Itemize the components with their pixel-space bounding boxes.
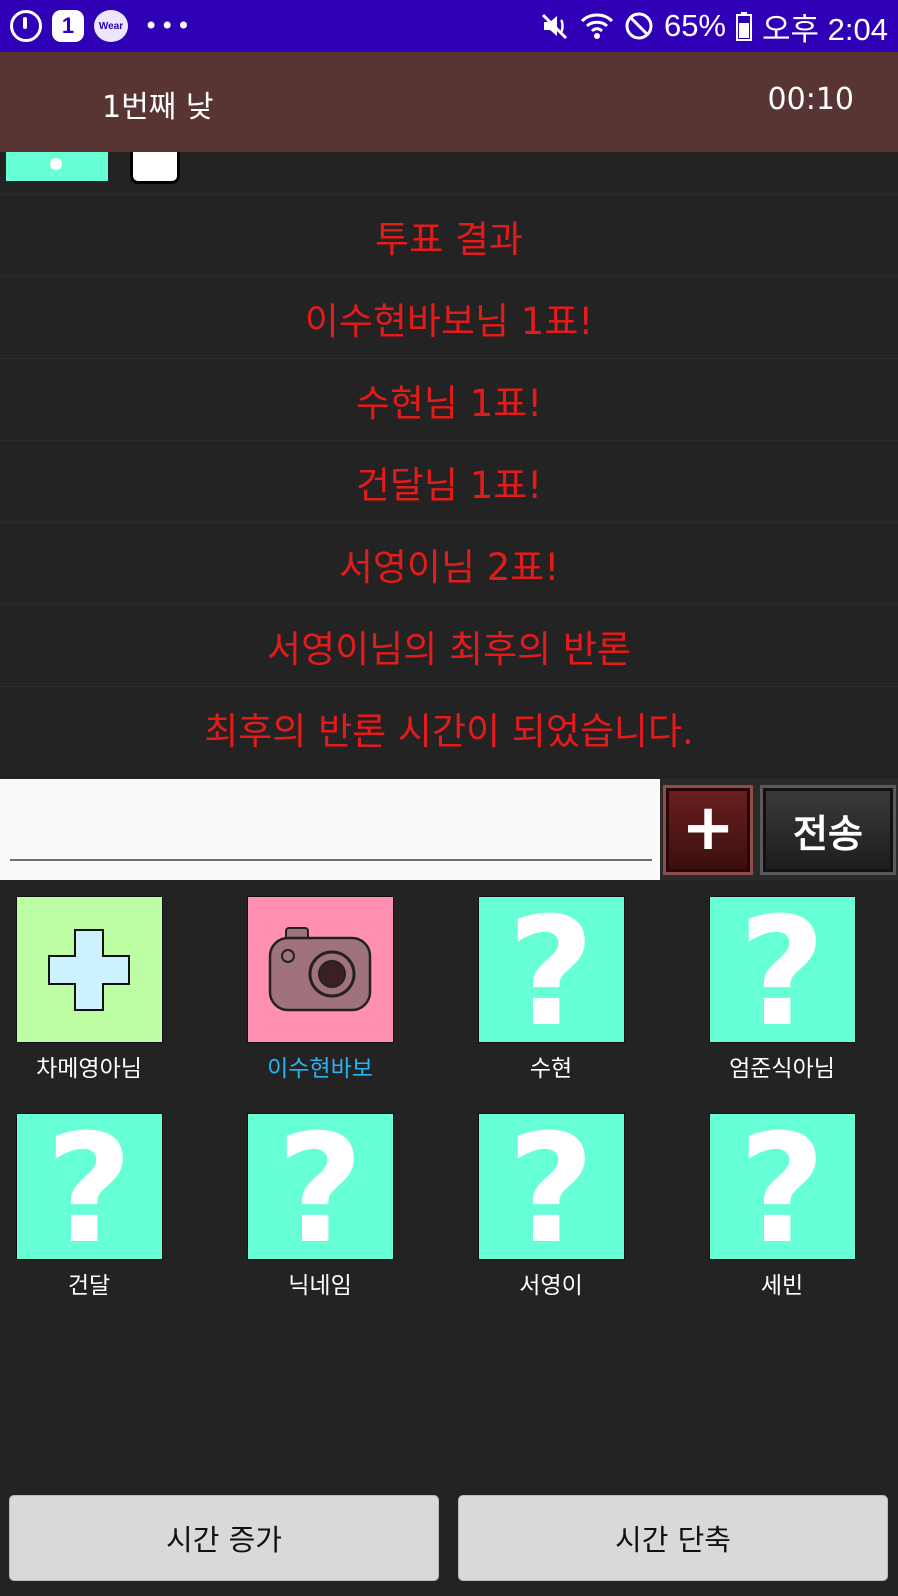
power-icon xyxy=(10,10,42,42)
title-bar: 1번째 낮 00:10 xyxy=(0,52,898,152)
player-card[interactable]: ? 세빈 xyxy=(697,1113,867,1300)
player-avatar[interactable]: ? xyxy=(708,1113,856,1260)
time-increase-button[interactable]: 시간 증가 xyxy=(9,1495,439,1581)
player-card[interactable]: ? 닉네임 xyxy=(235,1113,405,1300)
question-mark-icon: ? xyxy=(507,1113,595,1260)
system-indicators: 65% 오후 2:04 xyxy=(540,6,888,47)
player-card[interactable]: ? 서영이 xyxy=(466,1113,636,1300)
battery-icon xyxy=(736,12,752,41)
chat-message: 서영이님의 최후의 반론 xyxy=(0,604,898,686)
do-not-disturb-icon xyxy=(625,12,653,40)
more-notifications-icon: ••• xyxy=(144,12,193,40)
input-underline xyxy=(10,859,652,861)
question-mark-icon: ? xyxy=(738,896,826,1043)
player-name: 이수현바보 xyxy=(267,1056,373,1082)
player-avatar[interactable] xyxy=(246,896,394,1043)
question-mark-icon: ? xyxy=(276,1113,364,1260)
player-avatar[interactable]: ? xyxy=(708,896,856,1043)
player-card[interactable]: ? 건달 xyxy=(4,1113,174,1300)
player-name: 수현 xyxy=(529,1056,573,1082)
chat-input-row: + 전송 xyxy=(0,779,898,880)
player-card[interactable]: ? 수현 xyxy=(466,896,636,1083)
question-mark-icon: ? xyxy=(45,1113,133,1260)
send-button[interactable]: 전송 xyxy=(760,785,896,875)
player-name: 서영이 xyxy=(519,1273,583,1299)
player-card[interactable]: 이수현바보 xyxy=(235,896,405,1083)
camera-icon xyxy=(268,926,372,1011)
chat-log[interactable]: 투표 결과 이수현바보님 1표! 수현님 1표! 건달님 1표! 서영이님 2표! 서영이… xyxy=(0,152,898,779)
chat-message: 최후의 반론 시간이 되었습니다. xyxy=(0,686,898,768)
plus-icon: + xyxy=(681,791,735,865)
status-bar: 1 Wear ••• 65% 오후 2:04 xyxy=(0,0,898,52)
notification-icons: 1 Wear ••• xyxy=(10,8,192,44)
chat-message-list: 투표 결과 이수현바보님 1표! 수현님 1표! 건달님 1표! 서영이님 2표! 서영이… xyxy=(0,194,898,768)
question-mark-icon: ? xyxy=(507,896,595,1043)
notification-badge-icon: 1 xyxy=(52,10,84,42)
player-avatar[interactable]: ? xyxy=(246,1113,394,1260)
medical-cross-icon xyxy=(48,928,130,1011)
player-avatar[interactable] xyxy=(15,896,163,1043)
phase-timer: 00:10 xyxy=(767,82,854,117)
player-name: 엄준식아님 xyxy=(729,1056,835,1082)
chat-message: 투표 결과 xyxy=(0,194,898,276)
question-mark-icon: ? xyxy=(738,1113,826,1260)
partial-message-icon xyxy=(130,152,180,184)
chat-message: 수현님 1표! xyxy=(0,358,898,440)
battery-percent: 65% xyxy=(663,8,726,43)
wear-icon: Wear xyxy=(94,10,128,42)
player-card[interactable]: 차메영아님 xyxy=(4,896,174,1083)
player-name: 건달 xyxy=(67,1273,111,1299)
player-name: 세빈 xyxy=(760,1273,804,1299)
wifi-icon xyxy=(580,13,614,39)
day-title: 1번째 낮 xyxy=(102,90,214,125)
player-name: 닉네임 xyxy=(288,1273,352,1299)
chat-message: 건달님 1표! xyxy=(0,440,898,522)
player-avatar[interactable]: ? xyxy=(15,1113,163,1260)
mute-icon xyxy=(541,13,568,40)
chat-message: 이수현바보님 1표! xyxy=(0,276,898,358)
player-avatar[interactable]: ? xyxy=(477,1113,625,1260)
clock: 오후 2:04 xyxy=(762,11,888,47)
player-name: 차메영아님 xyxy=(36,1056,142,1082)
chat-input[interactable] xyxy=(0,779,660,880)
player-avatar[interactable]: ? xyxy=(477,896,625,1043)
time-decrease-button[interactable]: 시간 단축 xyxy=(458,1495,888,1581)
add-button[interactable]: + xyxy=(663,785,753,875)
player-card[interactable]: ? 엄준식아님 xyxy=(697,896,867,1083)
chat-message: 서영이님 2표! xyxy=(0,522,898,604)
partial-avatar xyxy=(6,152,108,181)
